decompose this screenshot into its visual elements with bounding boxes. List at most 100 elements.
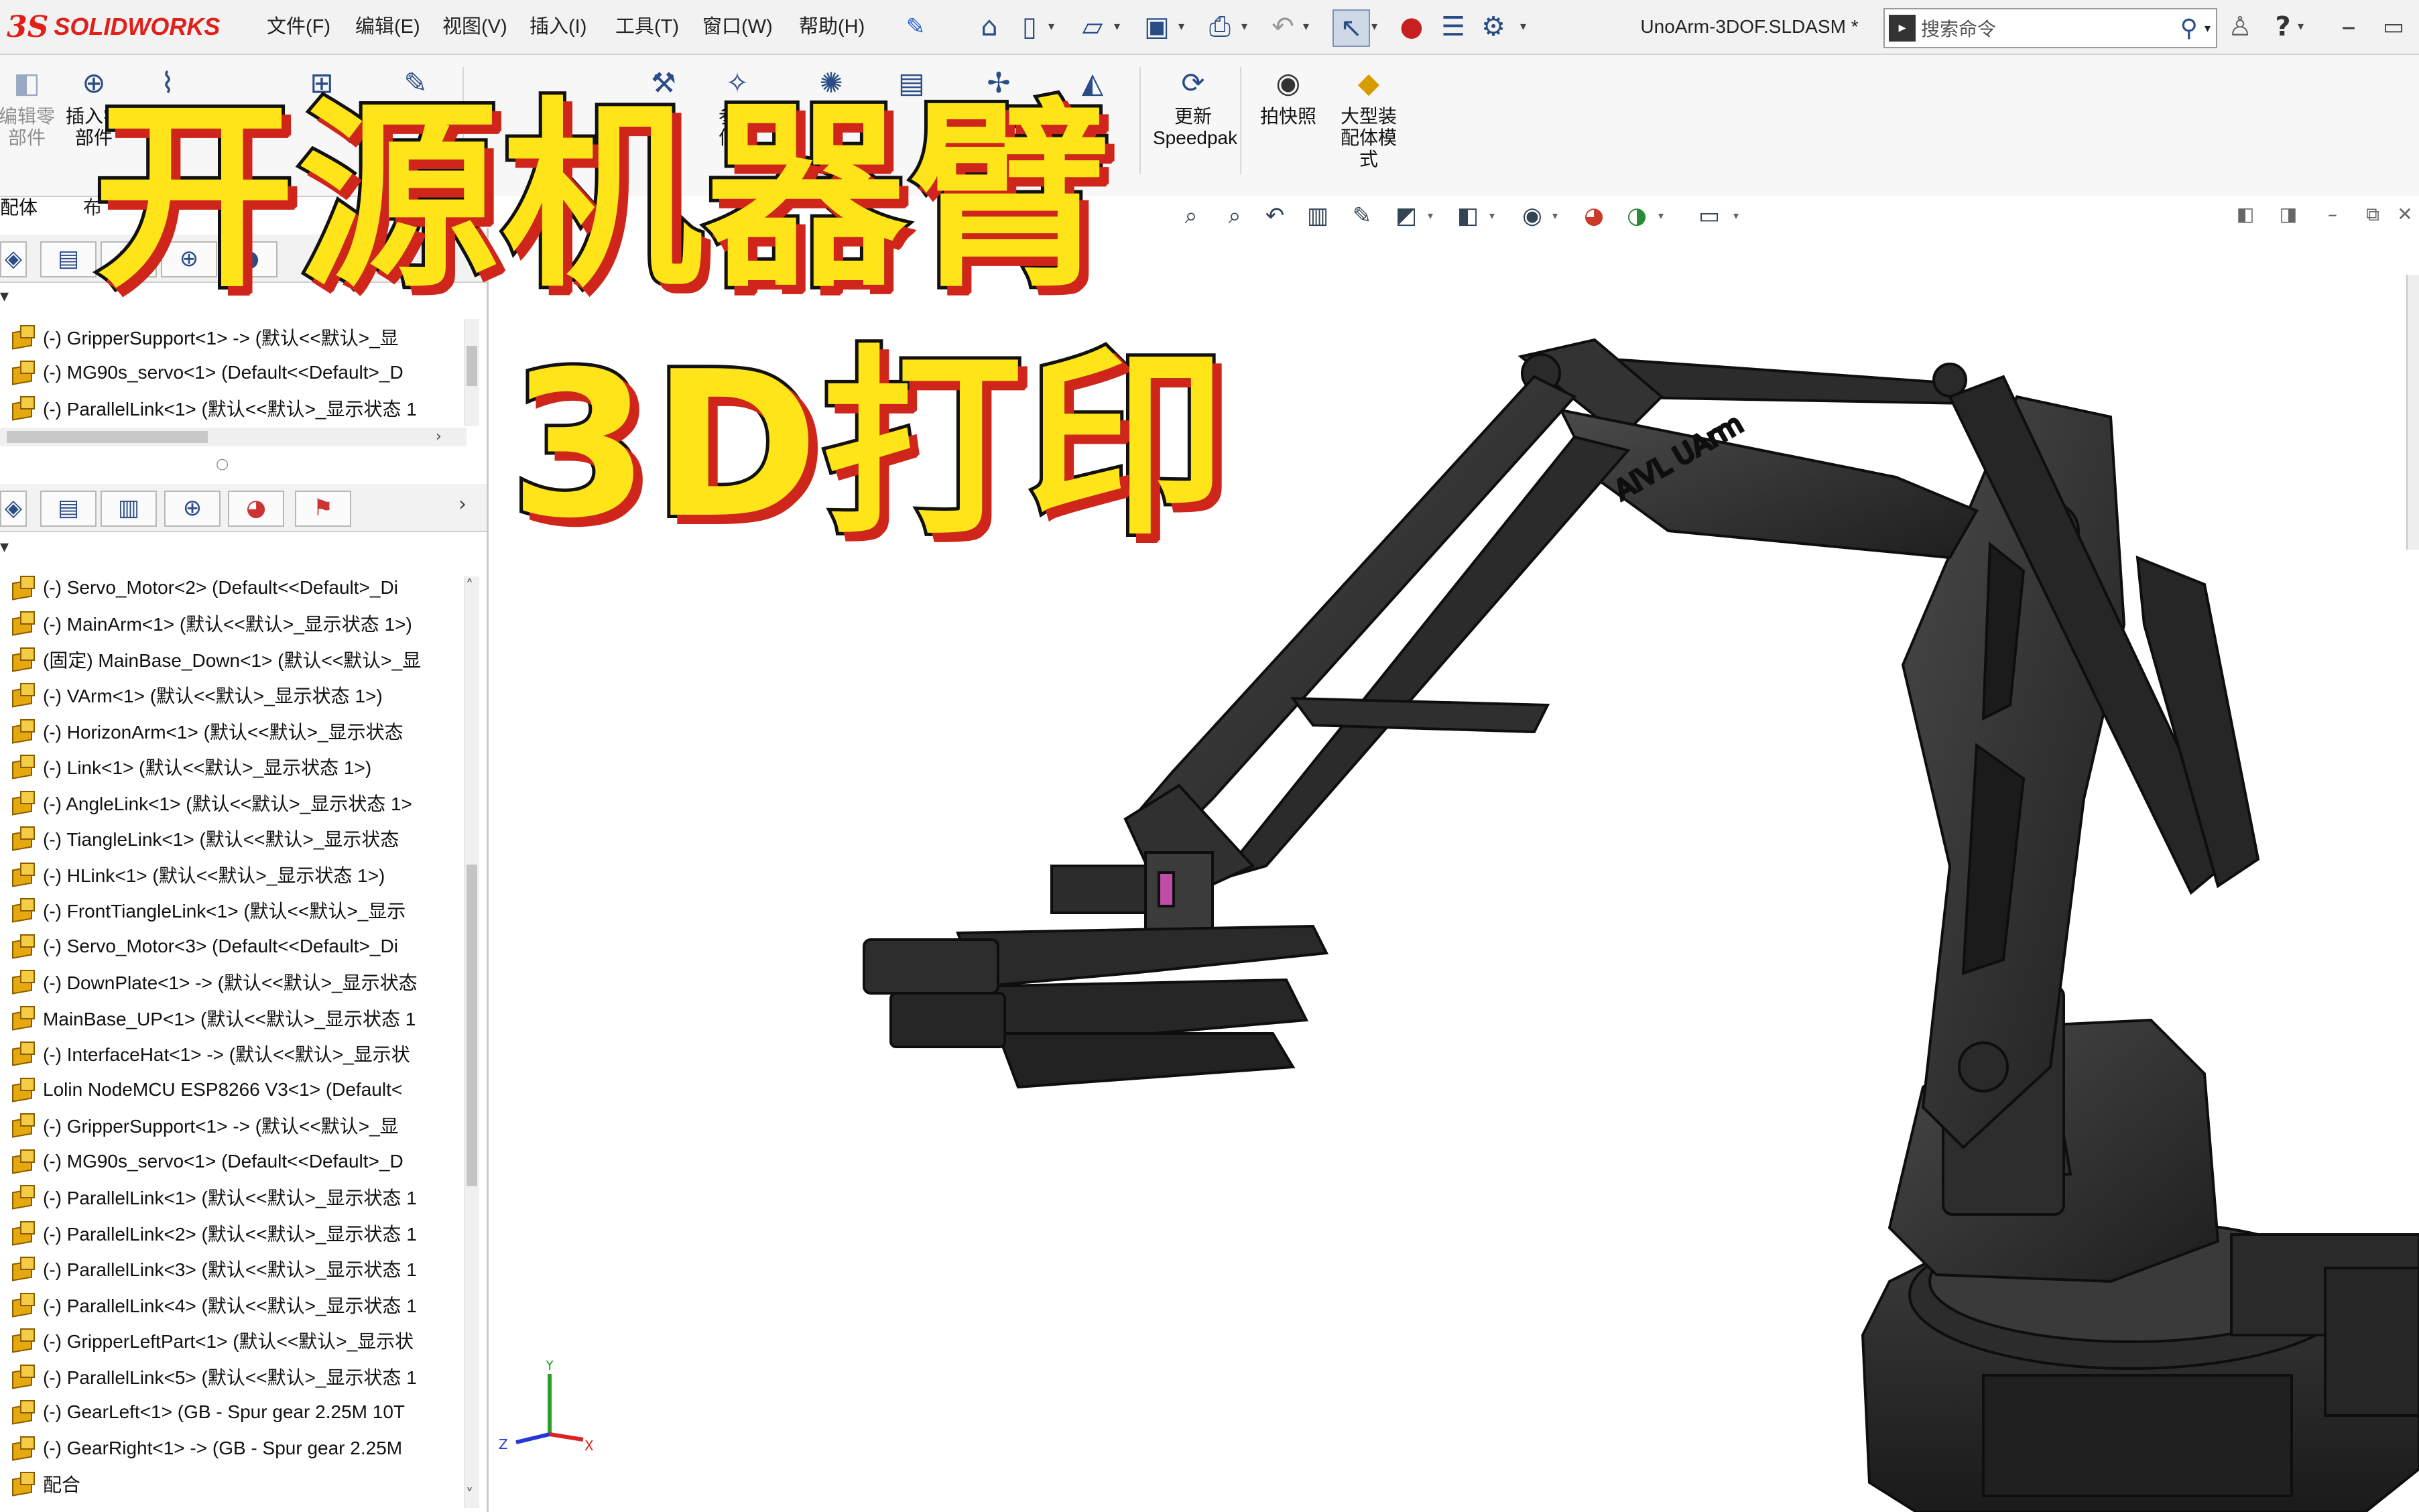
tree-item[interactable]: (-) ParallelLink<1> (默认<<默认>_显示状态 1 (0, 1180, 462, 1215)
tree-item[interactable]: (-) TiangleLink<1> (默认<<默认>_显示状态 (0, 821, 462, 857)
tree-top-hscroll[interactable]: › (0, 428, 467, 446)
traffic-light-icon[interactable]: ● (1394, 9, 1429, 44)
tree-item[interactable]: (-) AngleLink<1> (默认<<默认>_显示状态 1> (0, 785, 462, 820)
zoom-to-fit-icon[interactable]: ⌕ (1176, 201, 1206, 231)
scroll-up-icon[interactable]: ˄ (466, 579, 473, 594)
property-manager-tab[interactable]: ▤ (40, 491, 97, 527)
feature-manager-tab[interactable]: ◈ (0, 241, 27, 277)
menu-file[interactable]: 文件(F) (267, 12, 330, 42)
tree-item[interactable]: (-) HLink<1> (默认<<默认>_显示状态 1>) (0, 857, 462, 892)
display-style-icon[interactable]: ◧ (1453, 201, 1483, 231)
save-dropdown-icon[interactable]: ▾ (1178, 17, 1189, 36)
options-dropdown-icon[interactable]: ▾ (1520, 17, 1531, 36)
dynamic-annotation-icon[interactable]: ✎ (1347, 201, 1377, 231)
edit-appearance-icon[interactable]: ◕ (1579, 201, 1609, 231)
open-dropdown-icon[interactable]: ▾ (1114, 17, 1125, 36)
tree-item[interactable]: (-) GearRight<1> -> (GB - Spur gear 2.25… (0, 1430, 462, 1466)
tree-item[interactable]: (-) MainArm<1> (默认<<默认>_显示状态 1>) (0, 606, 462, 641)
tree-top-vscroll[interactable] (464, 319, 479, 426)
undo-icon[interactable]: ↶ (1265, 9, 1300, 44)
view-orientation-dropdown-icon[interactable]: ▾ (1428, 209, 1437, 223)
configuration-manager-tab[interactable]: ▥ (101, 491, 157, 527)
viewport-tile-left-icon[interactable]: ◧ (2232, 201, 2259, 228)
scroll-right-icon[interactable]: › (436, 430, 442, 444)
tree-item-mates[interactable]: 配合 (0, 1466, 462, 1502)
scroll-thumb[interactable] (467, 346, 477, 386)
home-icon[interactable]: ⌂ (972, 9, 1007, 44)
tree-item[interactable]: (-) GripperSupport<1> -> (默认<<默认>_显 (0, 319, 462, 355)
update-speedpak-button[interactable]: ⟳ 更新 Speedpak (1153, 64, 1237, 192)
search-icon[interactable]: ⚲ (2180, 15, 2198, 42)
viewport-close-icon[interactable]: ✕ (2392, 201, 2418, 228)
select-dropdown-icon[interactable]: ▾ (1371, 17, 1382, 36)
print-dropdown-icon[interactable]: ▾ (1241, 17, 1252, 36)
menu-tools[interactable]: 工具(T) (615, 12, 679, 42)
tree-item[interactable]: (-) Link<1> (默认<<默认>_显示状态 1>) (0, 749, 462, 785)
display-style-dropdown-icon[interactable]: ▾ (1489, 209, 1499, 223)
cam-tab[interactable]: ⚑ (295, 491, 351, 527)
menu-window[interactable]: 窗口(W) (702, 12, 773, 42)
search-dropdown-icon[interactable]: ▾ (2205, 21, 2211, 36)
split-handle-icon[interactable]: ○ (216, 456, 229, 472)
options-gear-icon[interactable]: ⚙ (1476, 9, 1511, 44)
tree-item[interactable]: Lolin NodeMCU ESP8266 V3<1> (Default< (0, 1072, 462, 1107)
tree-item[interactable]: (-) HorizonArm<1> (默认<<默认>_显示状态 (0, 713, 462, 749)
tree-item[interactable]: (-) ParallelLink<5> (默认<<默认>_显示状态 1 (0, 1359, 462, 1394)
tree-item[interactable]: (-) ParallelLink<1> (默认<<默认>_显示状态 1 (0, 390, 462, 426)
new-document-icon[interactable]: ▯ (1012, 9, 1047, 44)
open-folder-icon[interactable]: ▱ (1075, 9, 1110, 44)
previous-view-icon[interactable]: ↶ (1260, 201, 1290, 231)
minimize-icon[interactable]: – (2331, 9, 2366, 44)
user-account-icon[interactable]: ♙ (2223, 9, 2257, 44)
undo-dropdown-icon[interactable]: ▾ (1303, 17, 1314, 36)
zoom-to-area-icon[interactable]: ⌕ (1220, 201, 1249, 231)
tree-filter-bottom[interactable]: ▾ (0, 533, 487, 560)
view-settings-dropdown-icon[interactable]: ▾ (1733, 209, 1743, 223)
apply-scene-icon[interactable]: ◑ (1622, 201, 1652, 231)
restore-window-icon[interactable]: ▭ (2376, 9, 2411, 44)
tree-item[interactable]: (-) GripperSupport<1> -> (默认<<默认>_显 (0, 1108, 462, 1143)
help-dropdown-icon[interactable]: ▾ (2298, 17, 2308, 36)
tree-item[interactable]: (-) ParallelLink<3> (默认<<默认>_显示状态 1 (0, 1251, 462, 1287)
section-view-icon[interactable]: ▥ (1303, 201, 1332, 231)
hide-show-items-icon[interactable]: ◉ (1517, 201, 1547, 231)
hide-show-dropdown-icon[interactable]: ▾ (1552, 209, 1562, 223)
tab-assembly[interactable]: 配体 (0, 194, 67, 221)
menu-edit[interactable]: 编辑(E) (355, 12, 420, 42)
menu-view[interactable]: 视图(V) (442, 12, 507, 42)
tree-item[interactable]: (-) GearLeft<1> (GB - Spur gear 2.25M 10… (0, 1395, 462, 1430)
tabs-scroll-right-icon[interactable]: › (458, 495, 467, 515)
view-orientation-icon[interactable]: ◩ (1391, 201, 1421, 231)
property-manager-tab[interactable]: ▤ (40, 241, 97, 277)
tree-item[interactable]: (-) Servo_Motor<2> (Default<<Default>_Di (0, 570, 462, 605)
viewport-restore-icon[interactable]: ⧉ (2359, 201, 2386, 228)
menu-insert[interactable]: 插入(I) (530, 12, 586, 42)
search-commands-field[interactable]: ▸ 搜索命令 ⚲ ▾ (1883, 8, 2217, 48)
large-assembly-mode-button[interactable]: ◆ 大型装 配体模式 (1328, 64, 1409, 192)
tree-vscroll[interactable]: ˄ ˅ (464, 576, 479, 1508)
tree-item[interactable]: MainBase_UP<1> (默认<<默认>_显示状态 1 (0, 1000, 462, 1035)
menu-help[interactable]: 帮助(H) (799, 12, 865, 42)
save-icon[interactable]: ▣ (1139, 9, 1174, 44)
tree-item[interactable]: (-) FrontTiangleLink<1> (默认<<默认>_显示 (0, 893, 462, 928)
tree-item[interactable]: (固定) MainBase_Down<1> (默认<<默认>_显 (0, 641, 462, 677)
scroll-down-icon[interactable]: ˅ (466, 1488, 473, 1503)
tree-item[interactable]: (-) ParallelLink<4> (默认<<默认>_显示状态 1 (0, 1287, 462, 1322)
pin-icon[interactable]: ✎ (898, 9, 933, 44)
select-pointer-icon[interactable]: ↖ (1332, 9, 1370, 47)
scroll-thumb[interactable] (7, 431, 208, 443)
tree-item[interactable]: (-) ParallelLink<2> (默认<<默认>_显示状态 1 (0, 1215, 462, 1251)
tree-item[interactable]: (-) InterfaceHat<1> -> (默认<<默认>_显示状 (0, 1036, 462, 1072)
tree-item[interactable]: (-) MG90s_servo<1> (Default<<Default>_D (0, 355, 462, 390)
tree-item[interactable]: (-) Servo_Motor<3> (Default<<Default>_Di (0, 928, 462, 964)
solidworks-logo[interactable]: 3S SOLIDWORKS (7, 5, 221, 48)
scroll-thumb[interactable] (467, 865, 477, 1186)
tree-item[interactable]: (-) VArm<1> (默认<<默认>_显示状态 1>) (0, 678, 462, 713)
tree-item[interactable]: (-) MG90s_servo<1> (Default<<Default>_D (0, 1143, 462, 1179)
task-pane-tabs[interactable] (2406, 275, 2419, 550)
viewport-minimize-icon[interactable]: – (2319, 201, 2346, 228)
tree-item[interactable]: (-) DownPlate<1> -> (默认<<默认>_显示状态 (0, 964, 462, 1000)
take-snapshot-button[interactable]: ◉ 拍快照 (1248, 64, 1328, 192)
search-mode-icon[interactable]: ▸ (1889, 15, 1916, 42)
viewport-tile-right-icon[interactable]: ◨ (2275, 201, 2302, 228)
